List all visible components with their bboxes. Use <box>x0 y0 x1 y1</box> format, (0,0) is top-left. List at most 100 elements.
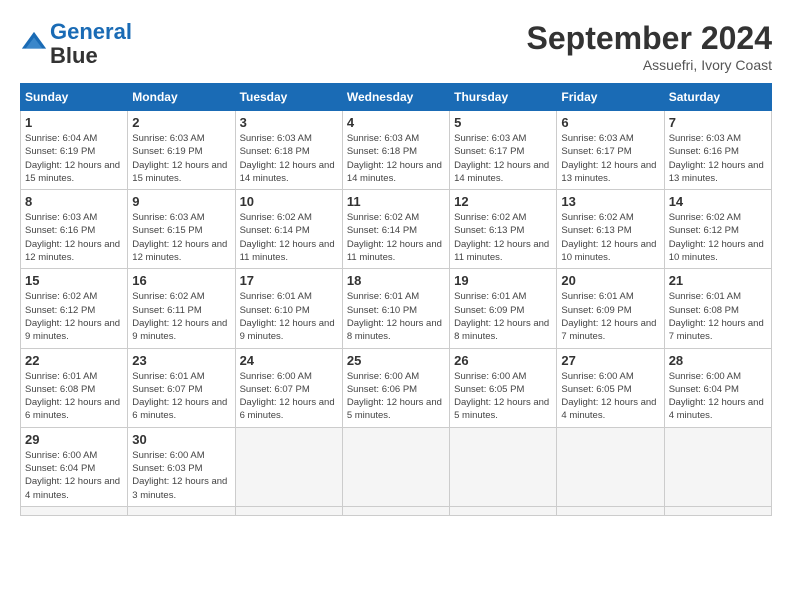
day-info: Sunrise: 6:02 AM Sunset: 6:13 PM Dayligh… <box>561 211 659 264</box>
day-number: 28 <box>669 353 767 368</box>
day-info: Sunrise: 6:02 AM Sunset: 6:14 PM Dayligh… <box>347 211 445 264</box>
calendar-cell <box>235 506 342 515</box>
day-number: 12 <box>454 194 552 209</box>
day-number: 11 <box>347 194 445 209</box>
day-number: 23 <box>132 353 230 368</box>
day-number: 17 <box>240 273 338 288</box>
day-info: Sunrise: 6:03 AM Sunset: 6:16 PM Dayligh… <box>669 132 767 185</box>
day-number: 19 <box>454 273 552 288</box>
calendar-cell: 24 Sunrise: 6:00 AM Sunset: 6:07 PM Dayl… <box>235 348 342 427</box>
logo-text: GeneralBlue <box>50 20 132 68</box>
calendar-cell <box>21 506 128 515</box>
calendar-row: 1 Sunrise: 6:04 AM Sunset: 6:19 PM Dayli… <box>21 111 772 190</box>
title-block: September 2024 Assuefri, Ivory Coast <box>527 20 772 73</box>
day-info: Sunrise: 6:01 AM Sunset: 6:07 PM Dayligh… <box>132 370 230 423</box>
day-number: 4 <box>347 115 445 130</box>
day-info: Sunrise: 6:00 AM Sunset: 6:04 PM Dayligh… <box>669 370 767 423</box>
col-tuesday: Tuesday <box>235 84 342 111</box>
col-wednesday: Wednesday <box>342 84 449 111</box>
day-number: 7 <box>669 115 767 130</box>
calendar-cell: 14 Sunrise: 6:02 AM Sunset: 6:12 PM Dayl… <box>664 190 771 269</box>
month-title: September 2024 <box>527 20 772 57</box>
col-monday: Monday <box>128 84 235 111</box>
calendar-row: 8 Sunrise: 6:03 AM Sunset: 6:16 PM Dayli… <box>21 190 772 269</box>
calendar-cell: 15 Sunrise: 6:02 AM Sunset: 6:12 PM Dayl… <box>21 269 128 348</box>
day-number: 29 <box>25 432 123 447</box>
day-number: 8 <box>25 194 123 209</box>
day-info: Sunrise: 6:00 AM Sunset: 6:03 PM Dayligh… <box>132 449 230 502</box>
day-info: Sunrise: 6:03 AM Sunset: 6:19 PM Dayligh… <box>132 132 230 185</box>
calendar-table: Sunday Monday Tuesday Wednesday Thursday… <box>20 83 772 516</box>
col-thursday: Thursday <box>450 84 557 111</box>
calendar-cell: 20 Sunrise: 6:01 AM Sunset: 6:09 PM Dayl… <box>557 269 664 348</box>
calendar-cell: 23 Sunrise: 6:01 AM Sunset: 6:07 PM Dayl… <box>128 348 235 427</box>
calendar-cell: 4 Sunrise: 6:03 AM Sunset: 6:18 PM Dayli… <box>342 111 449 190</box>
logo: GeneralBlue <box>20 20 132 68</box>
day-number: 26 <box>454 353 552 368</box>
calendar-cell: 28 Sunrise: 6:00 AM Sunset: 6:04 PM Dayl… <box>664 348 771 427</box>
day-info: Sunrise: 6:03 AM Sunset: 6:17 PM Dayligh… <box>561 132 659 185</box>
day-number: 3 <box>240 115 338 130</box>
day-info: Sunrise: 6:01 AM Sunset: 6:10 PM Dayligh… <box>240 290 338 343</box>
calendar-cell <box>664 427 771 506</box>
calendar-cell: 6 Sunrise: 6:03 AM Sunset: 6:17 PM Dayli… <box>557 111 664 190</box>
calendar-cell <box>235 427 342 506</box>
calendar-row: 15 Sunrise: 6:02 AM Sunset: 6:12 PM Dayl… <box>21 269 772 348</box>
calendar-cell: 9 Sunrise: 6:03 AM Sunset: 6:15 PM Dayli… <box>128 190 235 269</box>
calendar-cell <box>450 427 557 506</box>
calendar-row: 22 Sunrise: 6:01 AM Sunset: 6:08 PM Dayl… <box>21 348 772 427</box>
calendar-cell <box>342 427 449 506</box>
day-number: 24 <box>240 353 338 368</box>
day-info: Sunrise: 6:00 AM Sunset: 6:04 PM Dayligh… <box>25 449 123 502</box>
calendar-cell: 7 Sunrise: 6:03 AM Sunset: 6:16 PM Dayli… <box>664 111 771 190</box>
day-info: Sunrise: 6:02 AM Sunset: 6:11 PM Dayligh… <box>132 290 230 343</box>
day-info: Sunrise: 6:03 AM Sunset: 6:15 PM Dayligh… <box>132 211 230 264</box>
day-info: Sunrise: 6:01 AM Sunset: 6:08 PM Dayligh… <box>669 290 767 343</box>
calendar-cell: 16 Sunrise: 6:02 AM Sunset: 6:11 PM Dayl… <box>128 269 235 348</box>
calendar-cell <box>557 427 664 506</box>
calendar-cell: 10 Sunrise: 6:02 AM Sunset: 6:14 PM Dayl… <box>235 190 342 269</box>
day-info: Sunrise: 6:02 AM Sunset: 6:14 PM Dayligh… <box>240 211 338 264</box>
day-number: 2 <box>132 115 230 130</box>
calendar-cell <box>128 506 235 515</box>
day-info: Sunrise: 6:01 AM Sunset: 6:09 PM Dayligh… <box>561 290 659 343</box>
calendar-row: 29 Sunrise: 6:00 AM Sunset: 6:04 PM Dayl… <box>21 427 772 506</box>
calendar-cell: 13 Sunrise: 6:02 AM Sunset: 6:13 PM Dayl… <box>557 190 664 269</box>
col-saturday: Saturday <box>664 84 771 111</box>
calendar-cell: 18 Sunrise: 6:01 AM Sunset: 6:10 PM Dayl… <box>342 269 449 348</box>
day-number: 25 <box>347 353 445 368</box>
calendar-cell: 21 Sunrise: 6:01 AM Sunset: 6:08 PM Dayl… <box>664 269 771 348</box>
day-number: 27 <box>561 353 659 368</box>
location: Assuefri, Ivory Coast <box>527 57 772 73</box>
day-info: Sunrise: 6:03 AM Sunset: 6:16 PM Dayligh… <box>25 211 123 264</box>
day-number: 1 <box>25 115 123 130</box>
day-info: Sunrise: 6:04 AM Sunset: 6:19 PM Dayligh… <box>25 132 123 185</box>
calendar-cell: 22 Sunrise: 6:01 AM Sunset: 6:08 PM Dayl… <box>21 348 128 427</box>
day-number: 14 <box>669 194 767 209</box>
day-info: Sunrise: 6:03 AM Sunset: 6:18 PM Dayligh… <box>240 132 338 185</box>
calendar-cell: 12 Sunrise: 6:02 AM Sunset: 6:13 PM Dayl… <box>450 190 557 269</box>
day-info: Sunrise: 6:01 AM Sunset: 6:10 PM Dayligh… <box>347 290 445 343</box>
calendar-cell: 25 Sunrise: 6:00 AM Sunset: 6:06 PM Dayl… <box>342 348 449 427</box>
page-header: GeneralBlue September 2024 Assuefri, Ivo… <box>20 20 772 73</box>
calendar-cell <box>450 506 557 515</box>
calendar-cell <box>664 506 771 515</box>
day-info: Sunrise: 6:01 AM Sunset: 6:08 PM Dayligh… <box>25 370 123 423</box>
logo-icon <box>20 30 48 58</box>
calendar-cell: 8 Sunrise: 6:03 AM Sunset: 6:16 PM Dayli… <box>21 190 128 269</box>
calendar-cell: 30 Sunrise: 6:00 AM Sunset: 6:03 PM Dayl… <box>128 427 235 506</box>
calendar-cell <box>557 506 664 515</box>
day-number: 16 <box>132 273 230 288</box>
calendar-cell: 27 Sunrise: 6:00 AM Sunset: 6:05 PM Dayl… <box>557 348 664 427</box>
day-number: 30 <box>132 432 230 447</box>
day-info: Sunrise: 6:00 AM Sunset: 6:05 PM Dayligh… <box>454 370 552 423</box>
header-row: Sunday Monday Tuesday Wednesday Thursday… <box>21 84 772 111</box>
calendar-cell: 17 Sunrise: 6:01 AM Sunset: 6:10 PM Dayl… <box>235 269 342 348</box>
col-friday: Friday <box>557 84 664 111</box>
calendar-cell: 5 Sunrise: 6:03 AM Sunset: 6:17 PM Dayli… <box>450 111 557 190</box>
day-number: 9 <box>132 194 230 209</box>
day-info: Sunrise: 6:02 AM Sunset: 6:13 PM Dayligh… <box>454 211 552 264</box>
day-info: Sunrise: 6:00 AM Sunset: 6:05 PM Dayligh… <box>561 370 659 423</box>
day-number: 6 <box>561 115 659 130</box>
day-number: 13 <box>561 194 659 209</box>
